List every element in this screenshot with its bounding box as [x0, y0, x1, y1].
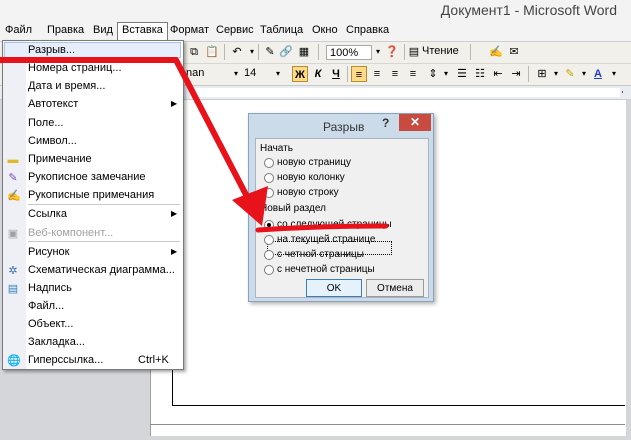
annotation-overlay [0, 57, 389, 233]
annotation-arrow-head [232, 186, 268, 226]
annotation-underline [255, 223, 389, 233]
annotation-arrow-line [0, 57, 258, 215]
